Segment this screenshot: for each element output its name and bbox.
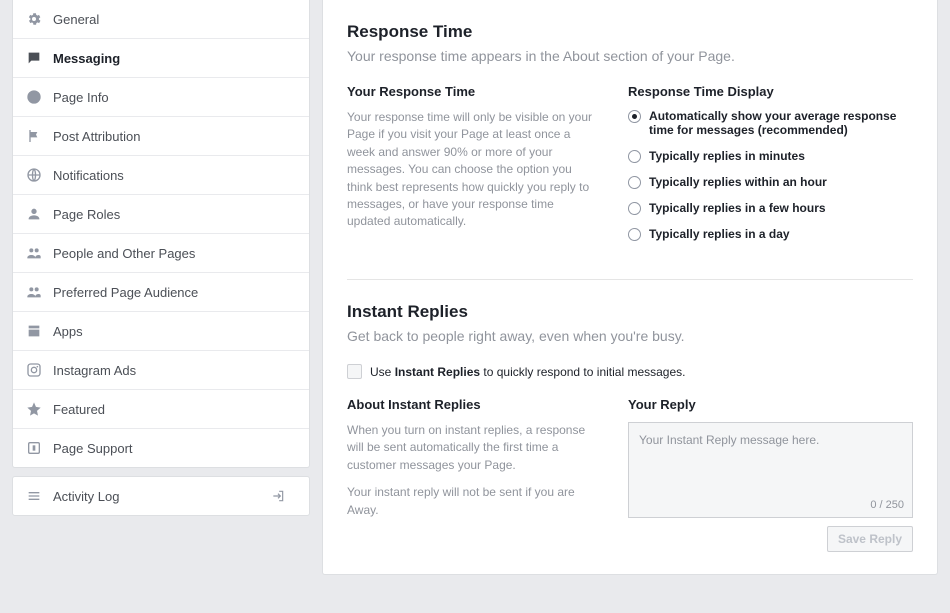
- radio-icon: [628, 228, 641, 241]
- checkbox-label: Use Instant Replies to quickly respond t…: [370, 365, 685, 379]
- sidebar-item-post-attribution[interactable]: Post Attribution: [13, 117, 309, 156]
- sidebar-item-label: People and Other Pages: [53, 246, 195, 261]
- char-counter: 0 / 250: [870, 499, 904, 511]
- sidebar-item-featured[interactable]: Featured: [13, 390, 309, 429]
- rt-option-hour[interactable]: Typically replies within an hour: [628, 175, 913, 189]
- flag-icon: [25, 128, 43, 144]
- sidebar-item-label: Featured: [53, 402, 105, 417]
- star-icon: [25, 401, 43, 417]
- sidebar-item-preferred-audience[interactable]: Preferred Page Audience: [13, 273, 309, 312]
- radio-icon: [628, 176, 641, 189]
- textarea-placeholder: Your Instant Reply message here.: [639, 433, 819, 447]
- sidebar-item-label: Page Support: [53, 441, 133, 456]
- sidebar-item-page-info[interactable]: Page Info: [13, 78, 309, 117]
- messaging-icon: [25, 50, 43, 66]
- list-icon: [25, 488, 43, 504]
- instant-replies-toggle[interactable]: Use Instant Replies to quickly respond t…: [347, 364, 913, 379]
- response-time-title: Response Time: [347, 22, 913, 42]
- radio-label: Automatically show your average response…: [649, 109, 913, 137]
- save-reply-button[interactable]: Save Reply: [827, 526, 913, 552]
- sidebar-item-label: Notifications: [53, 168, 124, 183]
- instant-reply-textarea[interactable]: Your Instant Reply message here. 0 / 250: [628, 422, 913, 518]
- sidebar-item-label: Apps: [53, 324, 83, 339]
- sidebar-item-page-support[interactable]: Page Support: [13, 429, 309, 467]
- sidebar-item-label: Instagram Ads: [53, 363, 136, 378]
- people-icon: [25, 245, 43, 261]
- radio-label: Typically replies in a few hours: [649, 201, 826, 215]
- your-reply-heading: Your Reply: [628, 397, 913, 412]
- your-response-time-body: Your response time will only be visible …: [347, 109, 596, 231]
- apps-icon: [25, 323, 43, 339]
- sidebar-item-instagram-ads[interactable]: Instagram Ads: [13, 351, 309, 390]
- sidebar-item-messaging[interactable]: Messaging: [13, 39, 309, 78]
- sidebar-item-people-pages[interactable]: People and Other Pages: [13, 234, 309, 273]
- about-instant-replies-heading: About Instant Replies: [347, 397, 596, 412]
- about-instant-replies-p1: When you turn on instant replies, a resp…: [347, 422, 596, 474]
- rt-option-day[interactable]: Typically replies in a day: [628, 227, 913, 241]
- rt-option-minutes[interactable]: Typically replies in minutes: [628, 149, 913, 163]
- gear-icon: [25, 11, 43, 27]
- radio-icon: [628, 202, 641, 215]
- sidebar-item-notifications[interactable]: Notifications: [13, 156, 309, 195]
- divider: [347, 279, 913, 280]
- main-content: Response Time Your response time appears…: [322, 0, 938, 575]
- sidebar-item-general[interactable]: General: [13, 0, 309, 39]
- exit-icon: [269, 488, 287, 504]
- radio-icon: [628, 110, 641, 123]
- about-instant-replies-p2: Your instant reply will not be sent if y…: [347, 484, 596, 519]
- radio-label: Typically replies in a day: [649, 227, 790, 241]
- rt-option-automatic[interactable]: Automatically show your average response…: [628, 109, 913, 137]
- instant-replies-title: Instant Replies: [347, 302, 913, 322]
- globe-icon: [25, 167, 43, 183]
- sidebar-item-label: Page Info: [53, 90, 109, 105]
- sidebar-item-label: General: [53, 12, 99, 27]
- your-response-time-heading: Your Response Time: [347, 84, 596, 99]
- radio-label: Typically replies in minutes: [649, 149, 805, 163]
- person-icon: [25, 206, 43, 222]
- sidebar-item-page-roles[interactable]: Page Roles: [13, 195, 309, 234]
- response-time-subtitle: Your response time appears in the About …: [347, 48, 913, 64]
- response-time-display-heading: Response Time Display: [628, 84, 913, 99]
- radio-icon: [628, 150, 641, 163]
- support-icon: [25, 440, 43, 456]
- sidebar-item-apps[interactable]: Apps: [13, 312, 309, 351]
- audience-icon: [25, 284, 43, 300]
- sidebar-item-label: Page Roles: [53, 207, 120, 222]
- sidebar-item-label: Post Attribution: [53, 129, 140, 144]
- sidebar-item-label: Messaging: [53, 51, 120, 66]
- sidebar-item-label: Preferred Page Audience: [53, 285, 198, 300]
- radio-label: Typically replies within an hour: [649, 175, 827, 189]
- instagram-icon: [25, 362, 43, 378]
- sidebar-item-activity-log[interactable]: Activity Log: [13, 477, 309, 515]
- rt-option-few-hours[interactable]: Typically replies in a few hours: [628, 201, 913, 215]
- instant-replies-subtitle: Get back to people right away, even when…: [347, 328, 913, 344]
- checkbox-icon: [347, 364, 362, 379]
- sidebar-item-label: Activity Log: [53, 489, 119, 504]
- info-icon: [25, 89, 43, 105]
